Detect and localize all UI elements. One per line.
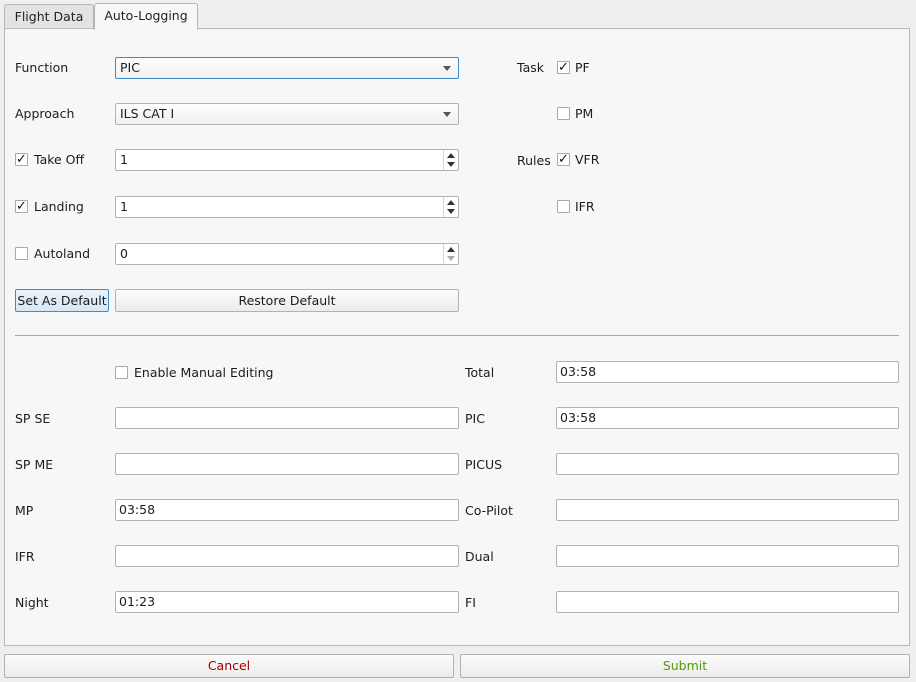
function-value: PIC xyxy=(120,60,140,75)
pf-checkbox[interactable]: ✓ xyxy=(557,61,570,74)
dual-field[interactable] xyxy=(556,545,899,567)
take-off-value: 1 xyxy=(120,152,128,167)
pic-time-label: PIC xyxy=(465,411,485,426)
night-field[interactable]: 01:23 xyxy=(115,591,459,613)
spin-buttons xyxy=(443,197,458,217)
function-select[interactable]: PIC xyxy=(115,57,459,79)
tab-flight-data[interactable]: Flight Data xyxy=(4,4,94,28)
sp-me-field[interactable] xyxy=(115,453,459,475)
landing-spinbox[interactable]: 1 xyxy=(115,196,459,218)
tab-auto-logging[interactable]: Auto-Logging xyxy=(94,3,198,30)
fi-field[interactable] xyxy=(556,591,899,613)
night-label: Night xyxy=(15,595,49,610)
autoland-value: 0 xyxy=(120,246,128,261)
vfr-label: VFR xyxy=(575,152,600,167)
pm-label: PM xyxy=(575,106,594,121)
take-off-checkbox[interactable]: ✓ xyxy=(15,153,28,166)
tab-label: Auto-Logging xyxy=(104,8,188,23)
pm-checkbox[interactable] xyxy=(557,107,570,120)
pf-label: PF xyxy=(575,60,590,75)
ifr-rules-label: IFR xyxy=(575,199,595,214)
landing-label: Landing xyxy=(34,199,84,214)
co-pilot-label: Co-Pilot xyxy=(465,503,513,518)
sp-me-label: SP ME xyxy=(15,457,54,472)
check-icon: ✓ xyxy=(16,199,27,214)
autoland-spinbox[interactable]: 0 xyxy=(115,243,459,265)
manual-editing-label: Enable Manual Editing xyxy=(134,365,274,380)
dual-label: Dual xyxy=(465,549,494,564)
rules-label: Rules xyxy=(517,153,551,168)
spin-down-icon[interactable] xyxy=(447,209,455,214)
submit-button[interactable]: Submit xyxy=(460,654,910,678)
spin-up-icon[interactable] xyxy=(447,200,455,205)
ifr-rules-checkbox[interactable] xyxy=(557,200,570,213)
approach-value: ILS CAT I xyxy=(120,106,175,121)
mp-label: MP xyxy=(15,503,34,518)
fi-label: FI xyxy=(465,595,476,610)
picus-field[interactable] xyxy=(556,453,899,475)
chevron-down-icon xyxy=(443,66,451,71)
spin-down-icon[interactable] xyxy=(447,256,455,261)
landing-checkbox[interactable]: ✓ xyxy=(15,200,28,213)
ifr-time-field[interactable] xyxy=(115,545,459,567)
ifr-time-label: IFR xyxy=(15,549,35,564)
spin-down-icon[interactable] xyxy=(447,162,455,167)
total-label: Total xyxy=(465,365,495,380)
function-label: Function xyxy=(15,60,69,75)
sp-se-label: SP SE xyxy=(15,411,51,426)
mp-field[interactable]: 03:58 xyxy=(115,499,459,521)
task-label: Task xyxy=(517,60,544,75)
set-as-default-button[interactable]: Set As Default xyxy=(15,289,109,312)
approach-label: Approach xyxy=(15,106,75,121)
spin-buttons xyxy=(443,150,458,170)
vfr-checkbox[interactable]: ✓ xyxy=(557,153,570,166)
check-icon: ✓ xyxy=(16,152,27,167)
sp-se-field[interactable] xyxy=(115,407,459,429)
autoland-label: Autoland xyxy=(34,246,91,261)
picus-label: PICUS xyxy=(465,457,503,472)
chevron-down-icon xyxy=(443,112,451,117)
restore-default-button[interactable]: Restore Default xyxy=(115,289,459,312)
spin-up-icon[interactable] xyxy=(447,153,455,158)
co-pilot-field[interactable] xyxy=(556,499,899,521)
spin-buttons xyxy=(443,244,458,264)
autoland-checkbox[interactable] xyxy=(15,247,28,260)
landing-value: 1 xyxy=(120,199,128,214)
approach-select[interactable]: ILS CAT I xyxy=(115,103,459,125)
spin-up-icon[interactable] xyxy=(447,247,455,252)
cancel-button[interactable]: Cancel xyxy=(4,654,454,678)
total-field[interactable]: 03:58 xyxy=(556,361,899,383)
pic-time-field[interactable]: 03:58 xyxy=(556,407,899,429)
check-icon: ✓ xyxy=(558,60,569,75)
take-off-label: Take Off xyxy=(34,152,85,167)
take-off-spinbox[interactable]: 1 xyxy=(115,149,459,171)
tab-label: Flight Data xyxy=(14,9,84,24)
check-icon: ✓ xyxy=(558,152,569,167)
manual-editing-checkbox[interactable] xyxy=(115,366,128,379)
section-divider xyxy=(15,335,899,336)
